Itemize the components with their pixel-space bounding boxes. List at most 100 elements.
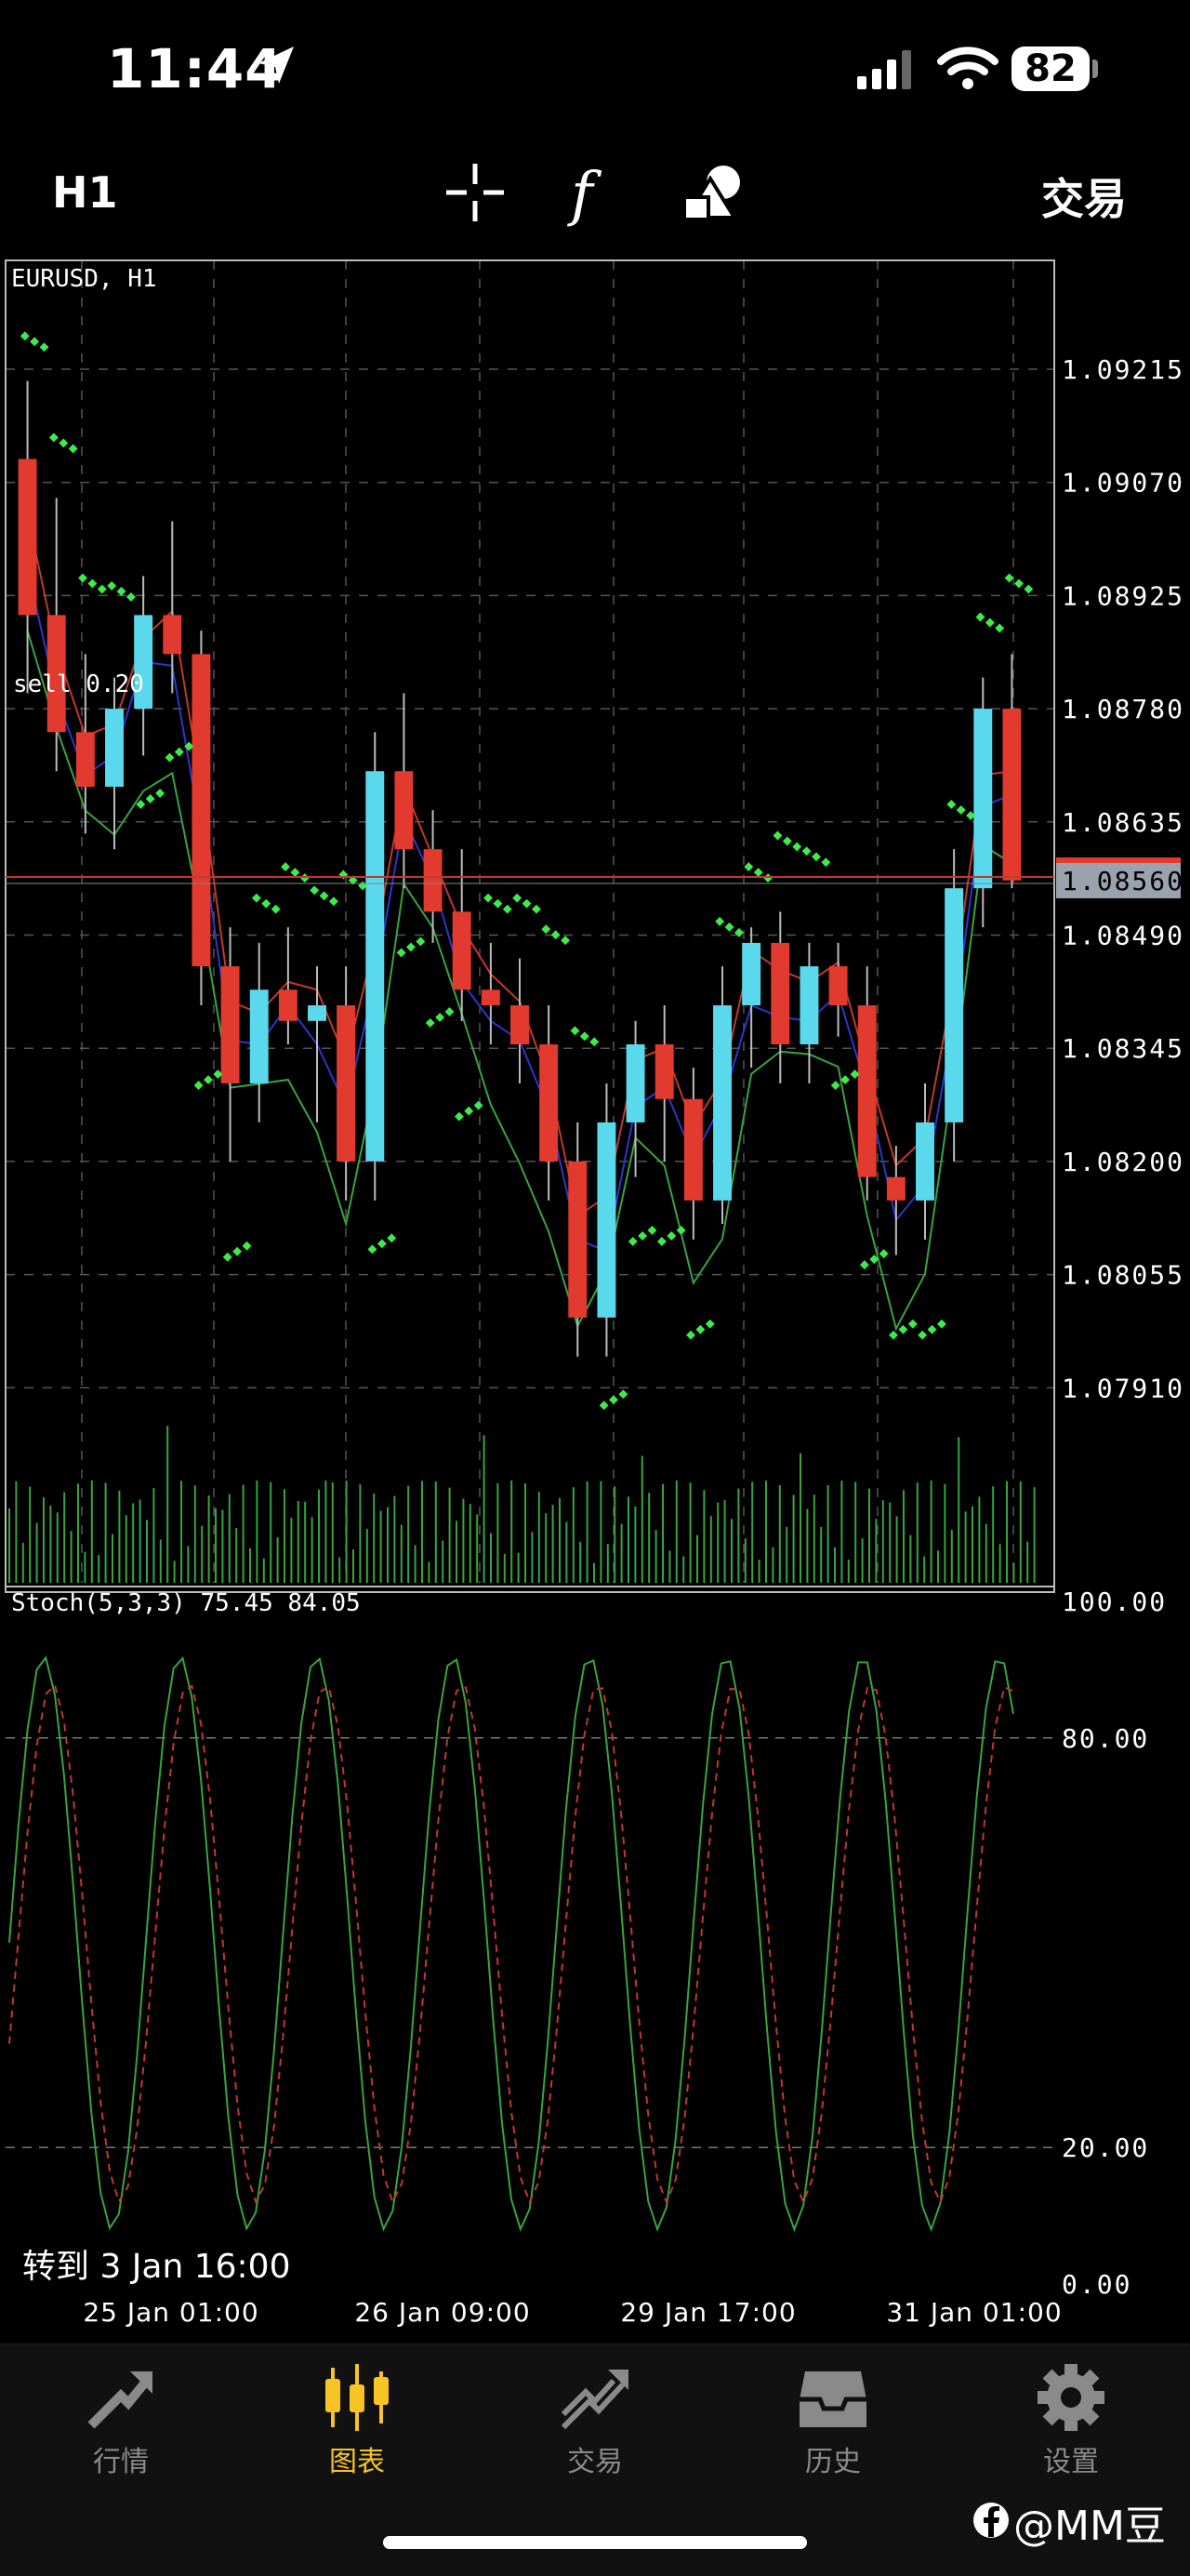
candle-body [945, 888, 964, 1122]
candle-body [220, 966, 240, 1083]
psar-dot [145, 793, 155, 803]
candle-body [192, 654, 211, 967]
price-chart[interactable]: 1.09215 1.09070 1.08925 1.08780 1.08635 1.084… [0, 251, 1190, 2344]
psar-dot [406, 942, 416, 952]
psar-dot [792, 842, 802, 852]
psar-dot [20, 331, 30, 341]
nav-history[interactable]: 历史 [749, 2362, 917, 2479]
timeframe-button[interactable]: H1 [52, 167, 118, 218]
psar-dot [734, 927, 744, 937]
candle-body [394, 771, 414, 850]
price-tick: 1.07910 [1062, 1373, 1184, 1403]
candle-body [857, 1005, 877, 1177]
psar-dot [667, 1231, 677, 1241]
stoch-k-line [8, 1655, 1014, 2233]
psar-dot [918, 1330, 928, 1340]
nav-settings[interactable]: 设置 [987, 2362, 1155, 2479]
psar-dot [78, 573, 87, 583]
psar-dot [232, 1246, 243, 1256]
order-label: sell 0.20 [13, 671, 144, 698]
psar-dot [204, 1075, 213, 1085]
home-indicator[interactable] [383, 2536, 807, 2549]
psar-dot [686, 1330, 695, 1340]
indicator-function-icon[interactable]: f [571, 160, 593, 229]
psar-dot [97, 584, 107, 594]
nav-label-settings: 设置 [1043, 2446, 1099, 2478]
psar-dot [753, 868, 763, 878]
psar-dot [87, 578, 98, 589]
psar-dot [744, 862, 754, 872]
candle-body [742, 942, 761, 1006]
price-tick: 1.09215 [1062, 354, 1184, 385]
psar-dot [522, 898, 532, 909]
psar-dot [59, 438, 69, 448]
stoch-tick: 20.00 [1062, 2132, 1149, 2163]
psar-dot [290, 868, 300, 878]
parabolic-sar-dots [20, 331, 1034, 1411]
psar-dot [299, 873, 310, 883]
psar-dot [830, 1081, 840, 1091]
psar-dot [493, 898, 503, 909]
psar-dot [946, 799, 957, 809]
time-tick: 29 Jan 17:00 [620, 2297, 796, 2328]
location-arrow-icon [258, 46, 294, 84]
psar-dot [656, 1237, 667, 1246]
psar-dot [638, 1231, 648, 1241]
candle-body [713, 1005, 732, 1201]
inbox-icon [800, 2371, 866, 2427]
price-tick: 1.08925 [1062, 580, 1184, 611]
psar-dot [647, 1226, 657, 1235]
psar-dot [454, 1111, 464, 1122]
psar-dot [995, 623, 1005, 633]
psar-dot [502, 904, 512, 914]
psar-dot [174, 747, 184, 757]
watermark-text: @MM豆 [1013, 2503, 1166, 2550]
nav-label-quotes: 行情 [93, 2446, 149, 2478]
psar-dot [879, 1249, 889, 1259]
psar-dot [473, 1100, 483, 1110]
time-tick: 31 Jan 01:00 [886, 2297, 1062, 2328]
candle-body [75, 732, 95, 788]
psar-dot [328, 896, 338, 907]
price-tick: 1.08490 [1062, 921, 1184, 951]
psar-dot [695, 1324, 706, 1334]
psar-dot [396, 948, 406, 958]
nav-quotes[interactable]: 行情 [37, 2362, 205, 2479]
battery-nub [1092, 60, 1098, 78]
psar-dot [782, 836, 792, 846]
candle-body [683, 1098, 703, 1201]
candle-body [597, 1122, 616, 1318]
candle-body [800, 966, 819, 1045]
psar-dot [889, 1330, 898, 1340]
psar-dot [985, 617, 995, 628]
psar-dot [242, 1241, 252, 1251]
goto-date-label[interactable]: 转到 3 Jan 16:00 [22, 2239, 290, 2288]
nav-charts[interactable]: 图表 [273, 2362, 441, 2479]
candle-body [452, 911, 471, 990]
stoch-d-line [8, 1683, 1014, 2205]
psar-dot [251, 893, 261, 903]
time-tick: 26 Jan 09:00 [354, 2297, 530, 2328]
price-tick: 1.08200 [1062, 1147, 1184, 1177]
battery-indicator: 82 [1012, 46, 1090, 91]
psar-dot [483, 893, 493, 903]
shapes-objects-icon[interactable] [682, 162, 746, 221]
psar-dot [907, 1319, 918, 1329]
psar-dot [1004, 573, 1014, 583]
crosshair-icon[interactable] [444, 162, 506, 223]
candle-body [337, 1005, 356, 1162]
candle-body [481, 989, 500, 1006]
volume-bars [8, 1426, 1036, 1583]
wifi-icon [937, 46, 998, 89]
nav-trade[interactable]: 交易 [511, 2362, 679, 2479]
candlestick-icon [325, 2364, 389, 2431]
trade-button[interactable]: 交易 [1041, 166, 1127, 227]
psar-dot [319, 891, 329, 901]
symbol-label: EURUSD, H1 [11, 265, 157, 293]
psar-dot [812, 852, 821, 862]
price-tick: 1.08635 [1062, 807, 1184, 838]
psar-dot [464, 1106, 474, 1116]
stoch-tick: 0.00 [1062, 2269, 1131, 2300]
psar-dot [579, 1031, 589, 1042]
psar-dot [116, 586, 126, 596]
